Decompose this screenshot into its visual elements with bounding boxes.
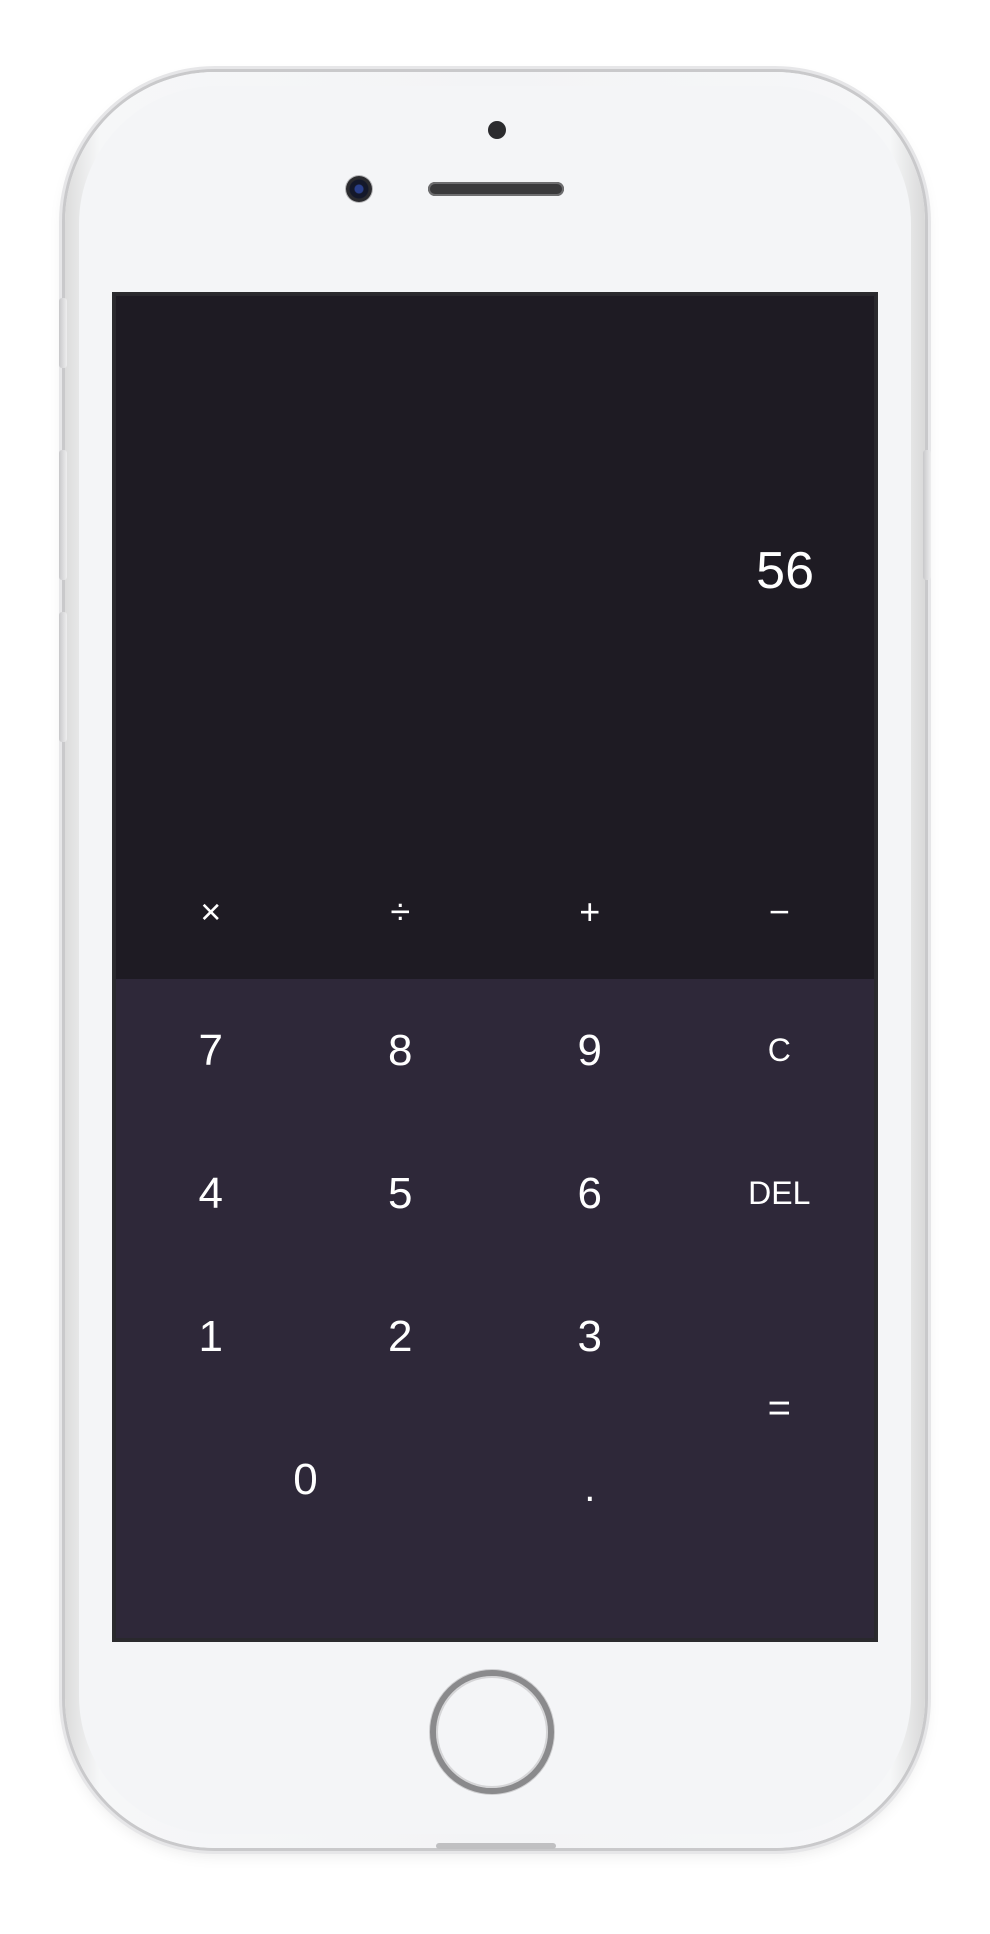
equals-button[interactable]: = xyxy=(685,1265,875,1551)
earpiece-speaker xyxy=(428,182,564,196)
subtract-button[interactable]: − xyxy=(685,845,875,979)
volume-down-button xyxy=(59,612,67,742)
multiply-button[interactable]: × xyxy=(116,845,306,979)
front-camera-icon xyxy=(346,176,372,202)
calculator-screen: 56 × ÷ + − 7 8 9 C 4 5 6 DEL 1 2 3 = 0 . xyxy=(112,292,878,1642)
digit-4-button[interactable]: 4 xyxy=(116,1122,306,1265)
keypad: 7 8 9 C 4 5 6 DEL 1 2 3 = 0 . xyxy=(116,979,874,1638)
volume-up-button xyxy=(59,450,67,580)
digit-7-button[interactable]: 7 xyxy=(116,979,306,1122)
digit-9-button[interactable]: 9 xyxy=(495,979,685,1122)
decimal-point-button[interactable]: . xyxy=(495,1408,685,1551)
result-value: 56 xyxy=(756,542,814,600)
delete-button[interactable]: DEL xyxy=(685,1122,875,1265)
add-button[interactable]: + xyxy=(495,845,685,979)
digit-0-button[interactable]: 0 xyxy=(116,1408,495,1551)
power-button xyxy=(923,450,931,580)
operator-row: × ÷ + − xyxy=(116,845,874,979)
proximity-sensor xyxy=(488,121,506,139)
digit-1-button[interactable]: 1 xyxy=(116,1265,306,1408)
divide-button[interactable]: ÷ xyxy=(306,845,496,979)
calculator-display: 56 × ÷ + − xyxy=(116,296,874,979)
lightning-port xyxy=(436,1843,556,1849)
digit-5-button[interactable]: 5 xyxy=(306,1122,496,1265)
digit-3-button[interactable]: 3 xyxy=(495,1265,685,1408)
clear-button[interactable]: C xyxy=(685,979,875,1122)
mute-switch xyxy=(59,298,67,368)
digit-8-button[interactable]: 8 xyxy=(306,979,496,1122)
digit-6-button[interactable]: 6 xyxy=(495,1122,685,1265)
digit-2-button[interactable]: 2 xyxy=(306,1265,496,1408)
home-button[interactable] xyxy=(430,1670,554,1794)
